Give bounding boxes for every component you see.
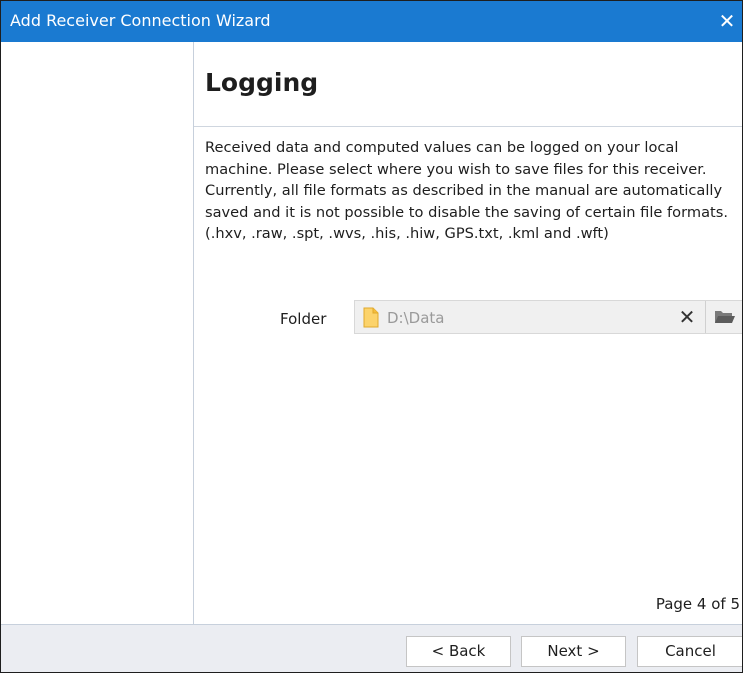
- page-indicator: Page 4 of 5: [655, 595, 740, 613]
- browse-folder-button[interactable]: [705, 301, 742, 333]
- next-button[interactable]: Next >: [521, 636, 626, 667]
- clear-folder-button[interactable]: ✕: [675, 305, 699, 329]
- wizard-content: Logging Received data and computed value…: [194, 42, 742, 624]
- title-bar: Add Receiver Connection Wizard ✕: [1, 1, 742, 42]
- close-button[interactable]: ✕: [712, 1, 742, 42]
- wizard-footer: < Back Next > Cancel: [1, 624, 742, 672]
- wizard-window: Add Receiver Connection Wizard ✕ Logging…: [0, 0, 743, 673]
- page-description: Received data and computed values can be…: [205, 139, 728, 243]
- page-header: Logging: [194, 42, 742, 127]
- folder-path-value: D:\Data: [387, 309, 445, 327]
- open-folder-icon: [715, 311, 735, 323]
- back-button[interactable]: < Back: [406, 636, 511, 667]
- folder-field[interactable]: D:\Data ✕: [354, 300, 742, 334]
- page-title: Logging: [205, 68, 319, 97]
- cancel-button[interactable]: Cancel: [637, 636, 742, 667]
- folder-label: Folder: [280, 310, 327, 328]
- wizard-steps-pane: [1, 42, 194, 624]
- folder-icon: [363, 307, 379, 328]
- window-title: Add Receiver Connection Wizard: [10, 11, 271, 30]
